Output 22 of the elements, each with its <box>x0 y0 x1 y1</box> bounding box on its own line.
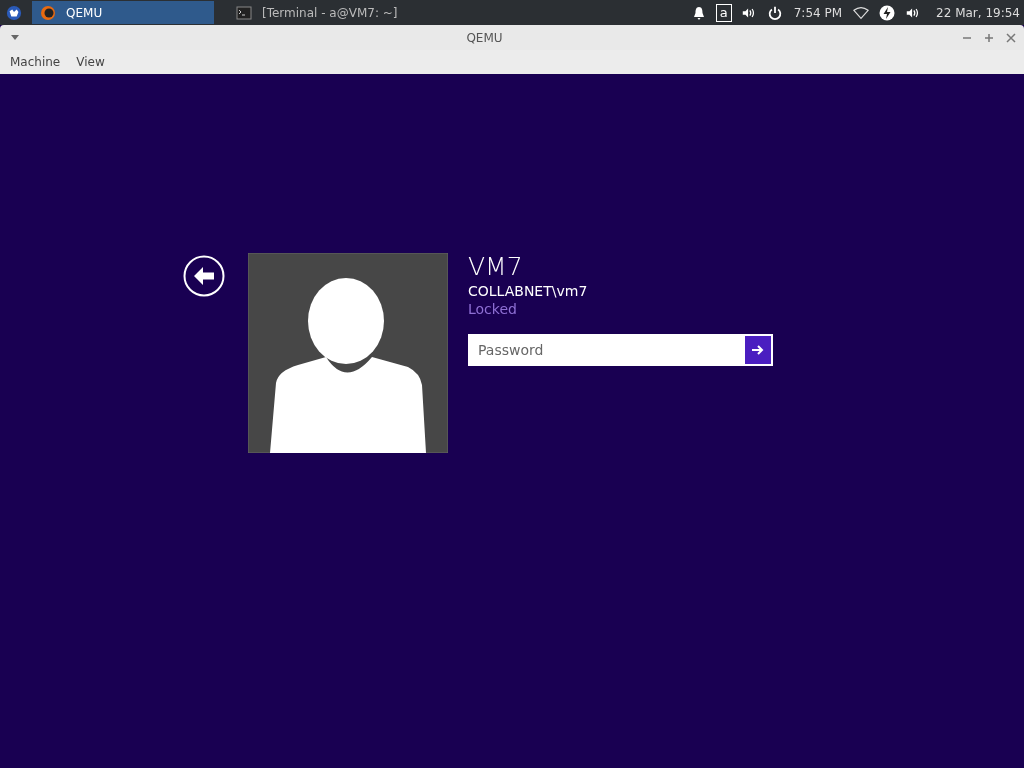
account-name: COLLABNET\vm7 <box>468 283 589 299</box>
wifi-icon[interactable] <box>853 4 870 21</box>
close-icon[interactable] <box>1006 32 1016 43</box>
user-name: VM7 <box>468 253 524 281</box>
lightning-icon[interactable] <box>879 4 896 21</box>
password-field[interactable]: Password <box>468 334 743 366</box>
submit-button[interactable] <box>743 334 773 366</box>
date-time[interactable]: 22 Mar, 19:54 <box>936 5 1020 20</box>
taskbar-button[interactable]: [Terminal - a@VM7: ~] <box>228 1 406 24</box>
window-title: QEMU <box>465 30 504 45</box>
maximize-icon[interactable] <box>984 32 994 43</box>
arrow-icon <box>752 345 764 355</box>
avatar-icon <box>248 253 448 453</box>
power-icon[interactable] <box>766 4 783 21</box>
status-text: Locked <box>468 301 518 317</box>
menu-item[interactable]: View <box>76 55 105 69</box>
taskbar-button[interactable]: QEMU <box>32 1 214 24</box>
keyboard-layout-indicator[interactable]: a <box>715 3 732 22</box>
menu-item[interactable]: Machine <box>10 55 61 69</box>
dropdown-arrow-icon[interactable] <box>11 35 19 40</box>
terminal-icon <box>236 4 252 21</box>
clock[interactable]: 7:54 PM <box>793 5 843 20</box>
